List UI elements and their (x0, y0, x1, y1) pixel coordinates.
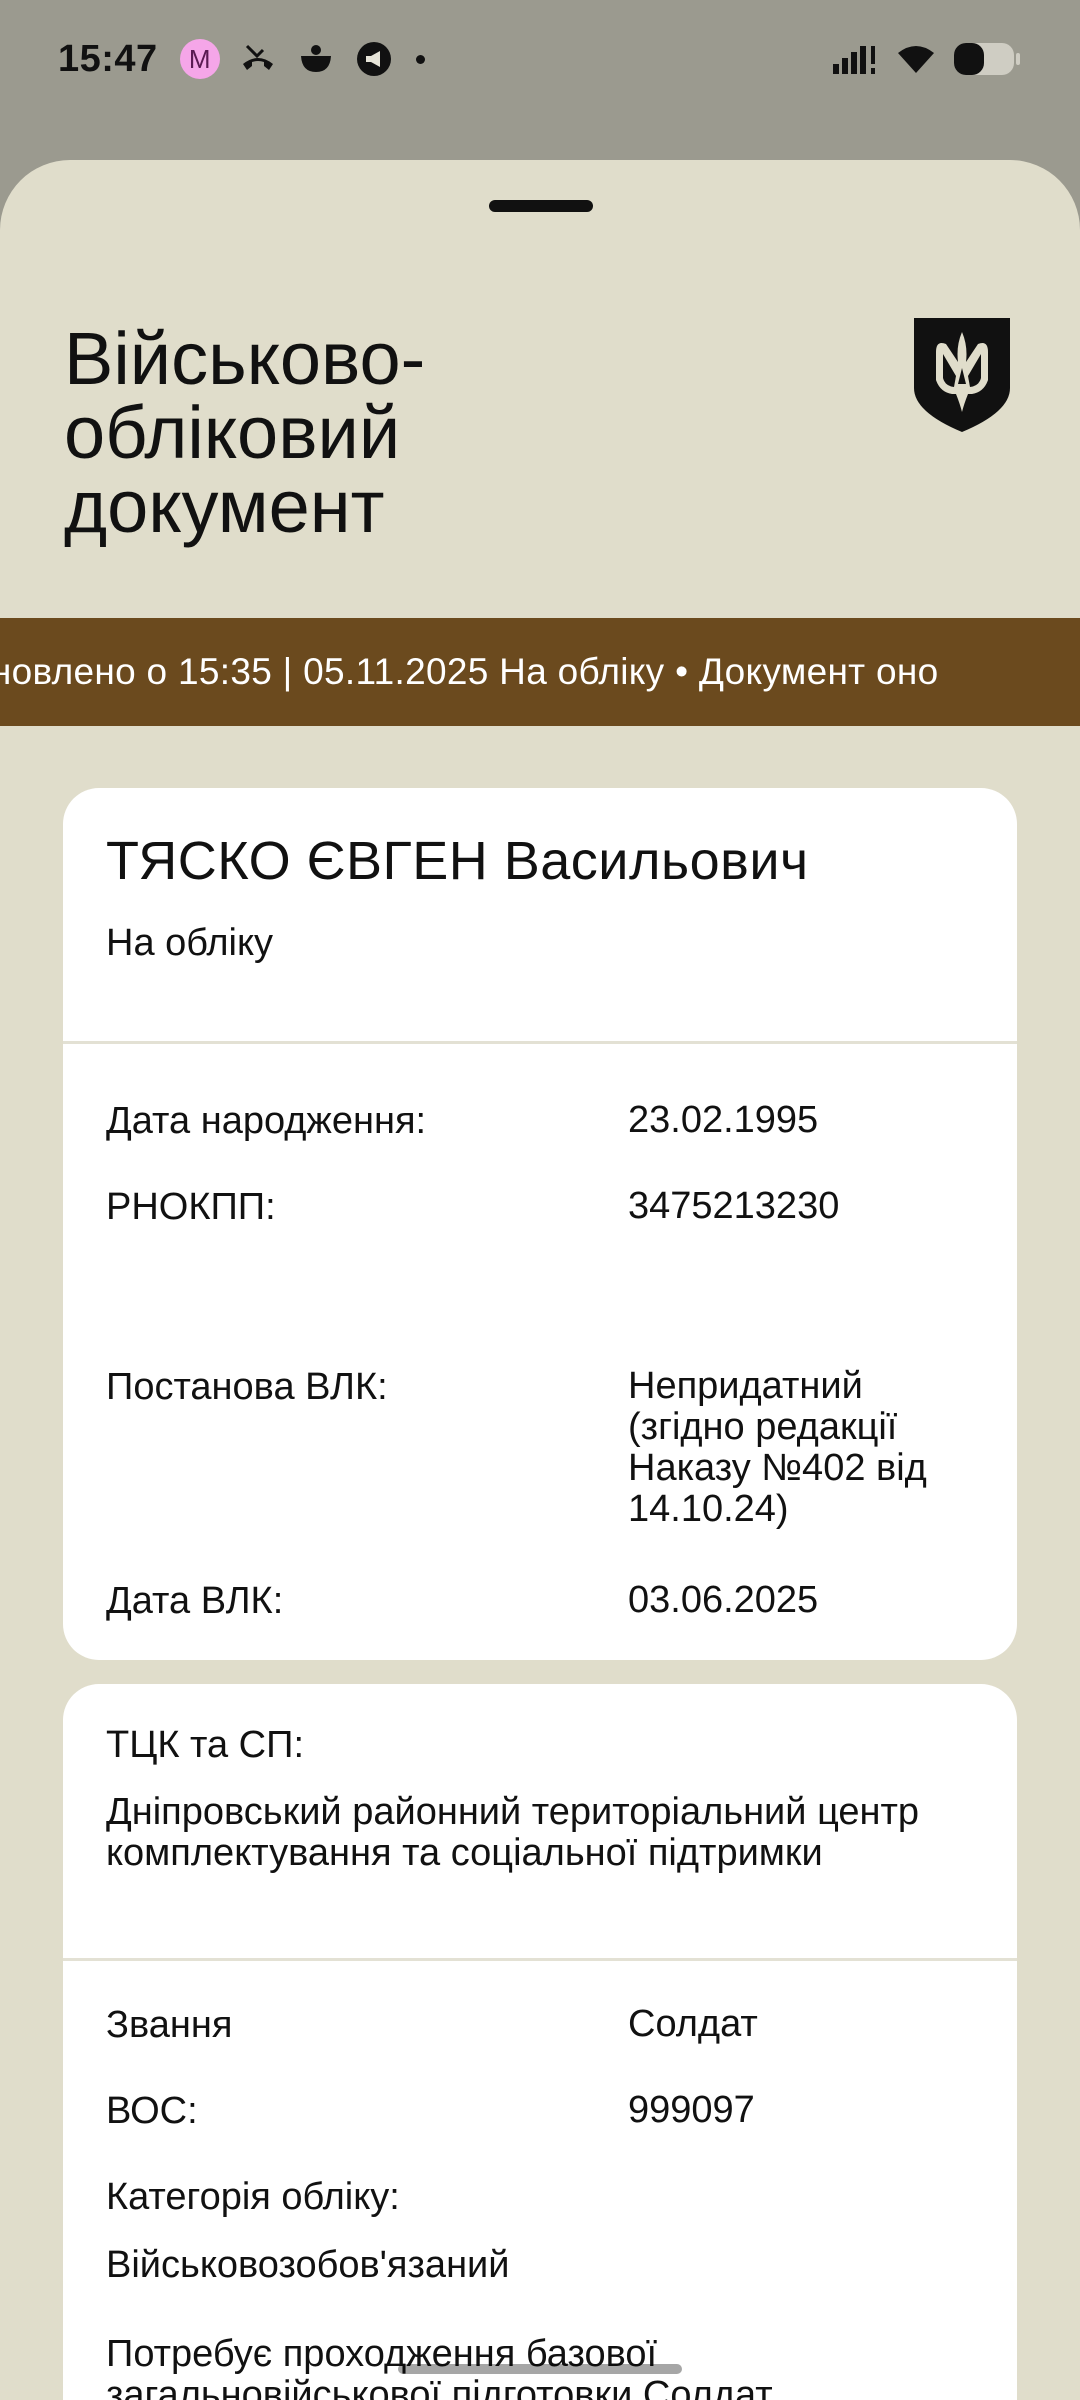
wifi-icon (896, 39, 936, 79)
tck-card: ТЦК та СП: Дніпровський районний територ… (63, 1684, 1017, 2400)
tax-id-value: 3475213230 (628, 1185, 840, 1227)
update-ticker: оновлено о 15:35 | 05.11.2025 На обліку … (0, 618, 1080, 726)
rank-value: Солдат (628, 2003, 758, 2045)
vos-value: 999097 (628, 2089, 755, 2131)
tck-value: Дніпровський районний територіальний цен… (106, 1791, 920, 1874)
bowl-icon (296, 39, 336, 79)
vlk-date-label: Дата ВЛК: (106, 1580, 284, 1622)
vlk-card: Постанова ВЛК: Непридатний (згідно редак… (63, 1322, 1017, 1660)
system-icons (832, 39, 1022, 79)
more-notifications-dot (415, 54, 425, 64)
registration-status: На обліку (106, 922, 273, 964)
category-value: Військовозобов'язаний (106, 2244, 510, 2286)
divider (63, 1958, 1017, 1961)
vlk-decision-label: Постанова ВЛК: (106, 1366, 388, 1408)
category-label: Категорія обліку: (106, 2176, 400, 2218)
vlk-decision-value: Непридатний (згідно редакції Наказу №402… (628, 1365, 927, 1530)
person-name: ТЯСКО ЄВГЕН Васильович (106, 831, 809, 891)
document-title: Військово- обліковий документ (64, 317, 426, 548)
birth-date-label: Дата народження: (106, 1100, 427, 1142)
document-sheet: Військово- обліковий документ оновлено о… (0, 160, 1080, 2400)
signal-icon (832, 39, 880, 79)
megaphone-icon (354, 39, 394, 79)
divider (63, 1041, 1017, 1044)
missed-call-icon (238, 39, 278, 79)
vlk-date-value: 03.06.2025 (628, 1579, 819, 1621)
notification-icons: M (179, 39, 425, 79)
battery-icon (952, 39, 1022, 79)
tck-label: ТЦК та СП: (106, 1724, 304, 1766)
trident-shield-icon (914, 318, 1010, 432)
rank-label: Звання (106, 2004, 233, 2046)
tax-id-label: РНОКПП: (106, 1186, 276, 1228)
ticker-text: оновлено о 15:35 | 05.11.2025 На обліку … (0, 651, 939, 692)
vos-label: ВОС: (106, 2090, 198, 2132)
drag-handle[interactable] (489, 200, 593, 212)
status-time: 15:47 (58, 37, 158, 80)
birth-date-value: 23.02.1995 (628, 1099, 819, 1141)
mail-notification-icon: M (179, 39, 220, 79)
status-bar: 15:47 M (0, 0, 1080, 118)
home-indicator[interactable] (398, 2364, 682, 2374)
